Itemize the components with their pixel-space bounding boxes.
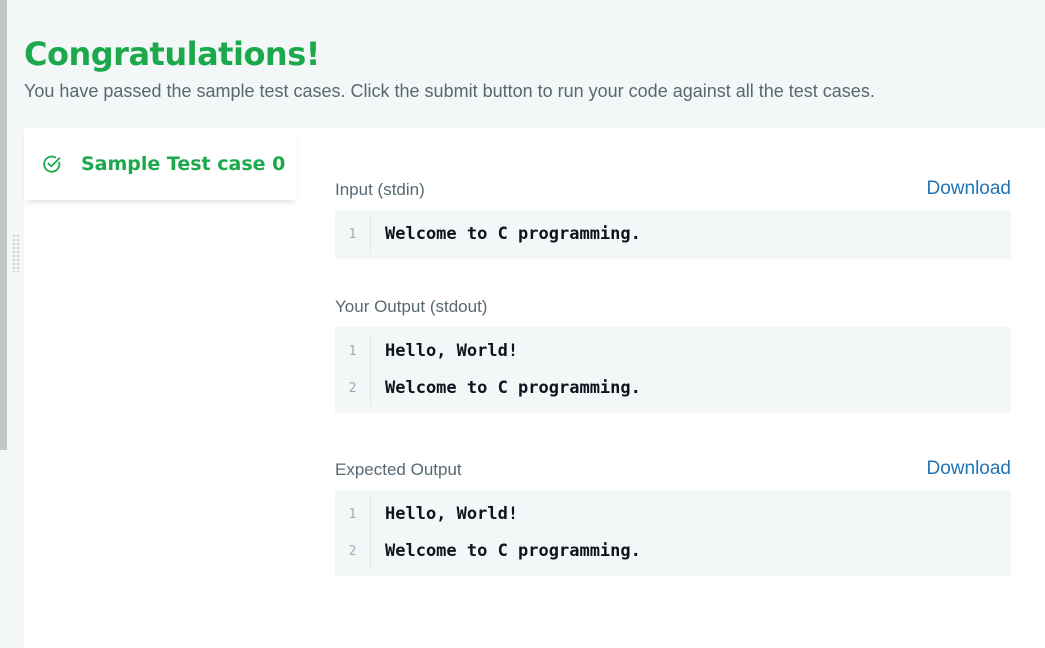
code-lines: Welcome to C programming. [371, 216, 641, 253]
code-line: Welcome to C programming. [385, 541, 641, 561]
input-code-block: 1 Welcome to C programming. [335, 210, 1011, 259]
output-label: Your Output (stdout) [335, 297, 488, 316]
left-scroll-rail [0, 0, 7, 450]
code-lines: Hello, World! Welcome to C programming. [371, 496, 641, 570]
line-number: 2 [348, 381, 357, 396]
line-number-gutter: 1 2 [335, 496, 371, 570]
code-line: Hello, World! [385, 341, 519, 361]
input-section: Input (stdin) Download 1 Welcome to C pr… [335, 176, 1011, 259]
line-number: 1 [348, 344, 357, 359]
output-code-block: 1 2 Hello, World! Welcome to C programmi… [335, 327, 1011, 413]
resize-drag-handle[interactable] [12, 234, 20, 272]
line-number: 2 [348, 544, 357, 559]
result-message: You have passed the sample test cases. C… [24, 81, 875, 101]
check-circle-icon [42, 154, 62, 174]
code-line: Welcome to C programming. [385, 224, 641, 244]
result-title: Congratulations! [24, 35, 320, 73]
line-number-gutter: 1 2 [335, 333, 371, 407]
expected-download-link[interactable]: Download [927, 458, 1012, 480]
code-lines: Hello, World! Welcome to C programming. [371, 333, 641, 407]
line-number-gutter: 1 [335, 216, 371, 253]
test-case-tab-list: Sample Test case 0 [24, 128, 297, 200]
test-case-panel: Sample Test case 0 Input (stdin) Downloa… [24, 128, 1045, 648]
expected-label: Expected Output [335, 460, 462, 479]
line-number: 1 [348, 507, 357, 522]
input-section-header: Input (stdin) Download [335, 176, 1011, 200]
line-number: 1 [348, 227, 357, 242]
output-section-header: Your Output (stdout) [335, 293, 1011, 317]
tab-sample-test-case-0[interactable]: Sample Test case 0 [24, 128, 297, 200]
input-download-link[interactable]: Download [927, 178, 1012, 200]
output-section: Your Output (stdout) 1 2 Hello, World! W… [335, 293, 1011, 413]
result-header: Congratulations! You have passed the sam… [24, 34, 1024, 103]
input-label: Input (stdin) [335, 180, 425, 199]
expected-section-header: Expected Output Download [335, 456, 1011, 480]
tab-label: Sample Test case 0 [81, 153, 286, 175]
code-line: Hello, World! [385, 504, 519, 524]
code-line: Welcome to C programming. [385, 378, 641, 398]
expected-section: Expected Output Download 1 2 Hello, Worl… [335, 456, 1011, 576]
expected-code-block: 1 2 Hello, World! Welcome to C programmi… [335, 490, 1011, 576]
